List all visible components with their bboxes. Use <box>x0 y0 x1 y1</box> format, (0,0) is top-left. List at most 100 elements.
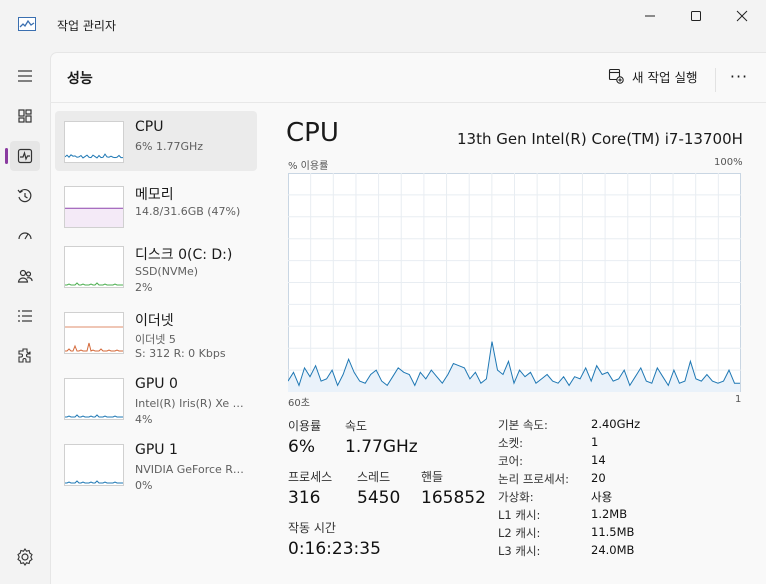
time-axis-label: 60초 <box>288 398 310 409</box>
thumbnail-line <box>65 326 123 352</box>
device-detail: 6% 1.77GHz <box>135 140 204 153</box>
cpu-usage-graph <box>288 173 741 392</box>
info-value: 1 <box>591 435 599 449</box>
maximize-button[interactable] <box>673 0 719 32</box>
device-item[interactable]: 이더넷이더넷 5 S: 312 R: 0 Kbps <box>55 302 257 362</box>
run-new-task-button[interactable]: 새 작업 실행 <box>600 62 712 90</box>
device-detail: 0% <box>135 479 153 492</box>
header-divider <box>50 102 766 103</box>
info-key: 코어: <box>498 454 524 468</box>
device-detail: 2% <box>135 281 153 294</box>
device-item[interactable]: 메모리 14.8/31.6GB (47%) <box>55 176 257 236</box>
device-name: 메모리 <box>135 187 174 203</box>
close-icon <box>736 10 748 22</box>
info-key: L2 캐시: <box>498 526 541 540</box>
speed-value: 1.77GHz <box>345 437 418 457</box>
info-key: 논리 프로세서: <box>498 472 570 486</box>
gear-icon[interactable] <box>14 546 36 568</box>
info-value: 사용 <box>591 490 613 504</box>
thumbnail-line <box>65 480 123 484</box>
device-name: 이더넷 <box>135 313 174 329</box>
device-detail: 이더넷 5 <box>135 333 176 346</box>
device-detail: S: 312 R: 0 Kbps <box>135 347 226 360</box>
info-key: 가상화: <box>498 490 534 504</box>
nav-startup-apps[interactable] <box>10 221 40 251</box>
utilization-value: 6% <box>288 437 315 457</box>
info-value: 14 <box>591 453 606 467</box>
threads-label: 스레드 <box>357 470 391 484</box>
nav-services[interactable] <box>10 341 40 371</box>
app-history-icon <box>17 188 32 203</box>
users-icon <box>17 269 33 283</box>
close-button[interactable] <box>719 0 765 32</box>
device-thumbnail-graph <box>64 246 124 288</box>
thumbnail-line <box>65 282 123 286</box>
info-key: 기본 속도: <box>498 418 548 432</box>
usage-axis-max: 100% <box>714 157 743 168</box>
new-task-icon <box>608 68 624 84</box>
device-detail: NVIDIA GeForce R… <box>135 463 244 476</box>
nav-processes[interactable] <box>10 101 40 131</box>
minimize-button[interactable] <box>627 0 673 32</box>
device-thumbnail-graph <box>64 186 124 228</box>
info-value: 11.5MB <box>591 525 635 539</box>
info-value: 1.2MB <box>591 507 628 521</box>
utilization-label: 이용률 <box>288 419 322 433</box>
cpu-model: 13th Gen Intel(R) Core(TM) i7-13700H <box>457 130 743 148</box>
device-item[interactable]: 디스크 0(C: D:) SSD(NVMe) 2% <box>55 236 257 296</box>
hamburger-menu-button[interactable] <box>10 61 40 91</box>
usage-axis-label: % 이용률 <box>288 161 329 172</box>
run-new-task-label: 새 작업 실행 <box>632 69 698 85</box>
nav-users[interactable] <box>10 261 40 291</box>
device-item[interactable]: GPU 0 Intel(R) Iris(R) Xe … 4% <box>55 368 257 428</box>
info-value: 24.0MB <box>591 543 635 557</box>
processes-label: 프로세스 <box>288 470 333 484</box>
nav-performance[interactable] <box>10 141 40 171</box>
threads-value: 5450 <box>357 488 401 508</box>
device-name: GPU 1 <box>135 442 178 458</box>
info-value: 2.40GHz <box>591 417 641 431</box>
selected-nav-indicator <box>5 148 8 164</box>
more-options-button[interactable]: ··· <box>724 62 754 90</box>
device-thumbnail-graph <box>64 444 124 486</box>
maximize-icon <box>691 11 701 21</box>
cpu-heading: CPU <box>286 118 339 148</box>
device-detail: 14.8/31.6GB (47%) <box>135 205 241 218</box>
performance-icon <box>17 148 33 164</box>
toolbar-divider <box>715 68 716 92</box>
window-title: 작업 관리자 <box>57 19 117 33</box>
device-thumbnail-graph <box>64 378 124 420</box>
device-detail: Intel(R) Iris(R) Xe … <box>135 397 244 410</box>
uptime-value: 0:16:23:35 <box>288 539 381 559</box>
speed-label: 속도 <box>345 419 368 433</box>
nav-details[interactable] <box>10 301 40 331</box>
device-item[interactable]: CPU 6% 1.77GHz <box>55 111 257 171</box>
device-detail: SSD(NVMe) <box>135 265 199 278</box>
info-key: L3 캐시: <box>498 544 541 558</box>
startup-icon <box>18 232 32 240</box>
device-name: CPU <box>135 119 164 135</box>
device-thumbnail-graph <box>64 312 124 354</box>
processes-value: 316 <box>288 488 321 508</box>
handles-label: 핸들 <box>421 470 444 484</box>
handles-value: 165852 <box>421 488 486 508</box>
nav-app-history[interactable] <box>10 181 40 211</box>
device-thumbnail-graph <box>64 121 124 163</box>
thumbnail-line <box>65 153 123 159</box>
thumbnail-line <box>65 207 123 227</box>
device-item[interactable]: GPU 1 NVIDIA GeForce R… 0% <box>55 434 257 494</box>
time-axis-end: 1 <box>735 394 742 405</box>
task-manager-app-icon <box>18 17 36 31</box>
device-name: 디스크 0(C: D:) <box>135 247 233 263</box>
info-value: 20 <box>591 471 606 485</box>
processes-icon <box>18 109 32 123</box>
details-icon <box>18 310 32 322</box>
minimize-icon <box>645 15 655 17</box>
page-title: 성능 <box>67 71 93 87</box>
device-name: GPU 0 <box>135 376 178 392</box>
info-key: L1 캐시: <box>498 508 541 522</box>
services-icon <box>18 348 31 363</box>
info-key: 소켓: <box>498 436 524 450</box>
uptime-label: 작동 시간 <box>288 521 336 535</box>
thumbnail-line <box>65 414 123 418</box>
